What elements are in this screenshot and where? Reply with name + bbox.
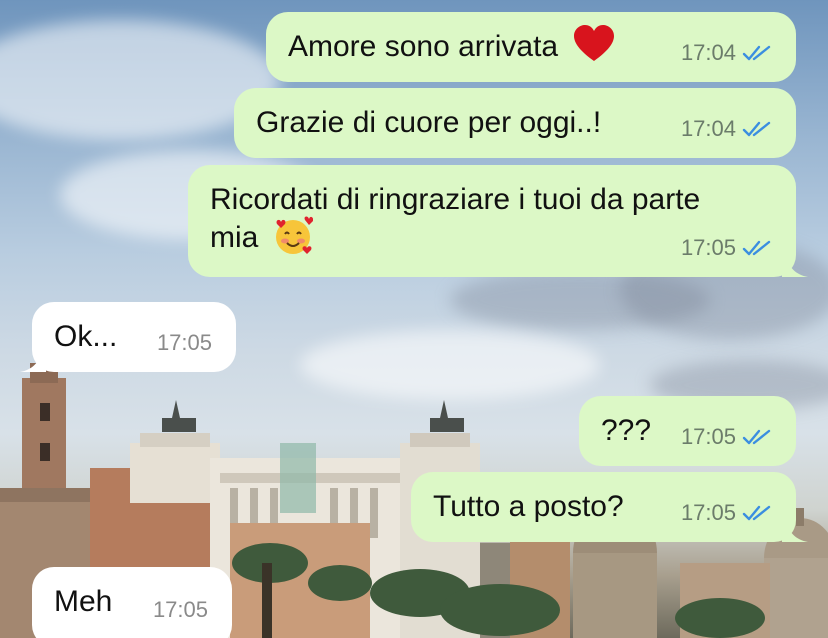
bubble-tail <box>782 255 808 277</box>
message-text: Meh <box>54 585 113 618</box>
read-receipt-icon <box>742 45 771 61</box>
message-meta: 17:05 <box>153 591 208 629</box>
message-time: 17:04 <box>680 116 736 141</box>
red-heart-emoji-icon <box>574 25 615 62</box>
message-bubble-outgoing[interactable]: Ricordati di ringraziare i tuoi da parte… <box>188 165 808 277</box>
message-bubble-outgoing[interactable]: ??? 17:05 <box>579 396 796 466</box>
bubble-tail <box>20 350 46 372</box>
message-text: ??? <box>601 414 652 447</box>
message-meta: 17:05 <box>681 494 772 532</box>
message-meta: 17:05 <box>157 324 212 362</box>
message-text: Amore sono arrivata <box>288 30 559 63</box>
message-meta: 17:04 <box>681 110 772 148</box>
message-bubble-incoming[interactable]: Ok... 17:05 <box>20 302 236 372</box>
read-receipt-icon <box>742 505 771 521</box>
message-text: mia <box>210 221 259 254</box>
message-text-line-1: Ricordati di ringraziare i tuoi da parte <box>210 183 701 216</box>
message-time: 17:05 <box>152 597 208 622</box>
message-meta: 17:05 <box>681 418 772 456</box>
message-time: 17:05 <box>680 235 736 260</box>
message-text: Tutto a posto? <box>433 490 624 523</box>
message-time: 17:05 <box>680 424 736 449</box>
message-text: Grazie di cuore per oggi..! <box>256 106 602 139</box>
read-receipt-icon <box>742 121 771 137</box>
message-time: 17:05 <box>680 500 736 525</box>
chat-screen: Amore sono arrivata 17:04 Grazie di cuor… <box>0 0 828 638</box>
message-bubble-outgoing[interactable]: Amore sono arrivata 17:04 <box>266 12 796 82</box>
read-receipt-icon <box>742 429 771 445</box>
message-meta: 17:05 <box>681 229 772 267</box>
message-bubble-incoming[interactable]: Meh 17:05 <box>32 567 232 638</box>
message-meta: 17:04 <box>681 34 772 72</box>
message-bubble-outgoing[interactable]: Grazie di cuore per oggi..! 17:04 <box>234 88 796 158</box>
message-time: 17:05 <box>156 330 212 355</box>
message-time: 17:04 <box>680 40 736 65</box>
bubble-tail <box>782 520 808 542</box>
read-receipt-icon <box>742 240 771 256</box>
message-bubble-outgoing[interactable]: Tutto a posto? 17:05 <box>411 472 808 542</box>
smiling-face-with-hearts-emoji-icon <box>275 216 313 255</box>
message-text: Ok... <box>54 320 118 353</box>
